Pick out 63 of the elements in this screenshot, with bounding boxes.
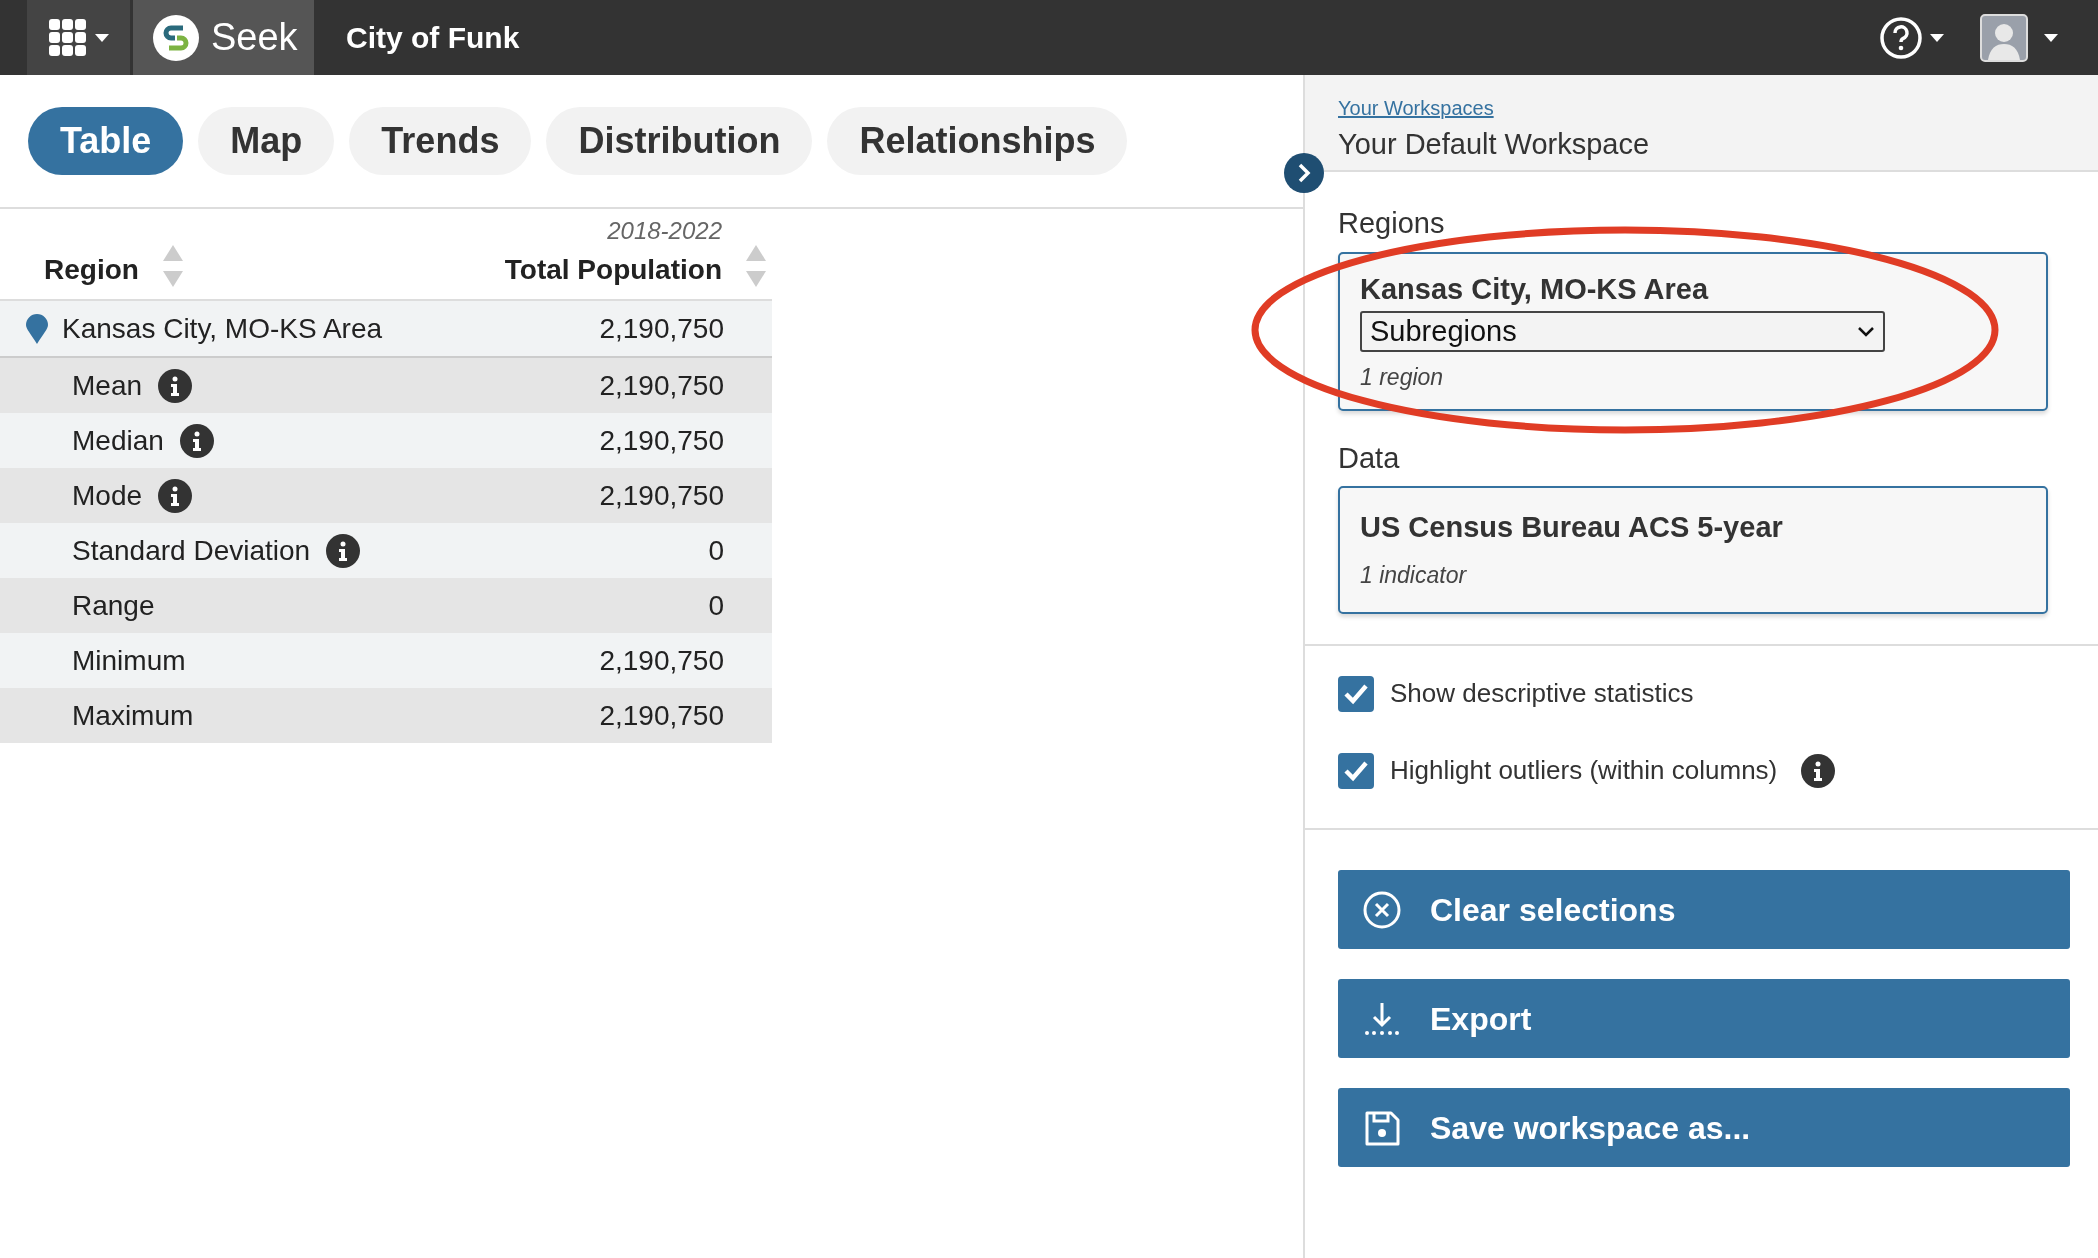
logo-icon xyxy=(153,14,199,61)
collapse-button[interactable] xyxy=(1284,153,1324,193)
map-pin-icon xyxy=(26,313,48,344)
option-label: Highlight outliers (within columns) xyxy=(1390,754,1778,787)
statistic-label: Minimum xyxy=(72,643,186,678)
apps-menu-button[interactable] xyxy=(27,0,130,75)
option-label: Show descriptive statistics xyxy=(1390,677,1694,710)
action-button[interactable]: Save workspace as... xyxy=(1338,1088,2070,1167)
statistic-label: Median xyxy=(72,423,164,458)
view-tab[interactable]: Table xyxy=(28,107,184,175)
chevron-icon xyxy=(1857,326,1875,337)
clear-icon xyxy=(1362,889,1402,930)
info-icon[interactable] xyxy=(1801,753,1836,788)
year-range-label: 2018-2022 xyxy=(606,216,722,246)
action-button[interactable]: Clear selections xyxy=(1338,870,2070,949)
caret-icon xyxy=(1930,33,1944,42)
column-header: Total Population xyxy=(504,253,722,287)
info-icon[interactable] xyxy=(158,478,193,513)
table-cell-text: 2,190,750 xyxy=(599,643,724,678)
statistic-label: Mode xyxy=(72,478,143,513)
indicator-count: 1 indicator xyxy=(1360,560,1468,590)
caret-icon xyxy=(2044,33,2058,42)
view-tab[interactable]: Trends xyxy=(349,107,532,175)
checkbox[interactable] xyxy=(1338,752,1374,789)
action-button[interactable]: Export xyxy=(1338,979,2070,1058)
help-icon xyxy=(1880,16,1922,59)
table-cell-text: 2,190,750 xyxy=(599,698,724,733)
table-cell-text: 2,190,750 xyxy=(599,423,724,458)
breadcrumb-link[interactable]: Your Workspaces xyxy=(1338,93,1494,123)
info-icon[interactable] xyxy=(179,423,214,458)
brand-button[interactable]: Seek xyxy=(133,0,314,75)
info-icon[interactable] xyxy=(158,368,193,403)
user-menu-button[interactable] xyxy=(1980,13,2058,62)
caret-icon xyxy=(94,33,109,42)
table-cell-text: 2,190,750 xyxy=(599,368,724,403)
view-tab[interactable]: Relationships xyxy=(827,107,1128,175)
table-cell-text: 0 xyxy=(708,533,724,568)
site-title: City of Funk xyxy=(346,20,520,56)
data-card[interactable]: US Census Bureau ACS 5-year 1 indicator xyxy=(1338,486,2048,614)
statistic-label: Maximum xyxy=(72,698,194,733)
section-heading: Data xyxy=(1338,440,1401,476)
statistic-label: Standard Deviation xyxy=(72,533,311,568)
info-icon[interactable] xyxy=(326,533,361,568)
dataset-name: US Census Bureau ACS 5-year xyxy=(1360,510,1784,545)
grid-icon xyxy=(48,18,87,57)
table-cell-text: 2,190,750 xyxy=(599,478,724,513)
subregions-dropdown[interactable]: Subregions xyxy=(1360,311,1885,352)
column-header: Region xyxy=(44,253,139,287)
view-tab[interactable]: Map xyxy=(198,107,335,175)
workspace-name: Your Default Workspace xyxy=(1338,127,1651,162)
help-menu-button[interactable] xyxy=(1880,16,1944,59)
table-cell-text: 2,190,750 xyxy=(599,311,724,346)
section-heading: Regions xyxy=(1338,206,1446,241)
view-tab[interactable]: Distribution xyxy=(546,107,813,175)
table-cell-text: 0 xyxy=(708,588,724,623)
statistic-label: Mean xyxy=(72,368,143,403)
regions-card[interactable]: Kansas City, MO-KS Area Subregions 1 region xyxy=(1338,251,2048,411)
region-count: 1 region xyxy=(1360,363,1445,392)
region-name: Kansas City, MO-KS Area xyxy=(62,311,383,346)
region-name: Kansas City, MO-KS Area xyxy=(1360,271,1710,307)
avatar-icon xyxy=(1980,13,2028,62)
checkbox[interactable] xyxy=(1338,675,1374,712)
statistic-label: Range xyxy=(72,588,155,623)
